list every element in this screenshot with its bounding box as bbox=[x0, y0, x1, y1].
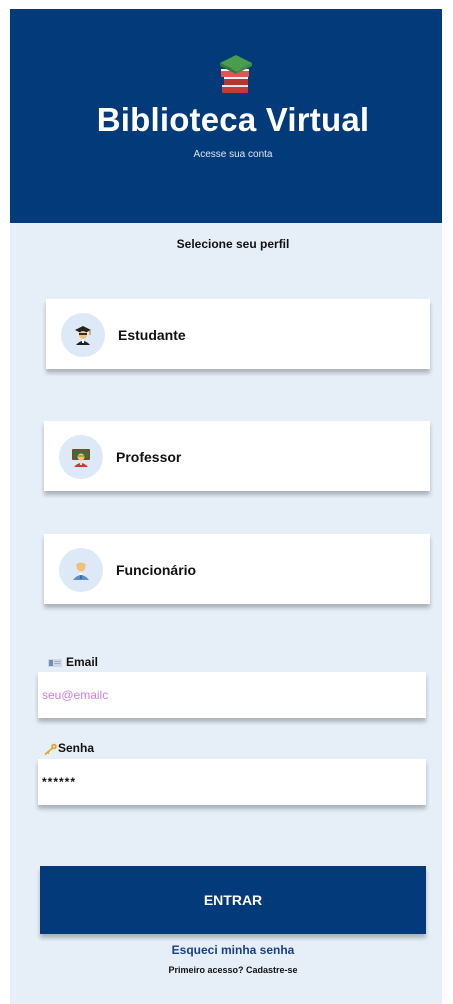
profile-section-title: Selecione seu perfil bbox=[176, 237, 290, 251]
key-icon bbox=[44, 743, 57, 755]
app-header: Biblioteca Virtual Acesse sua conta bbox=[10, 9, 442, 223]
profile-icon-container bbox=[59, 548, 103, 592]
email-field-container bbox=[38, 672, 426, 718]
email-label-text: Email bbox=[66, 655, 99, 669]
app-title: Biblioteca Virtual bbox=[96, 101, 370, 138]
teacher-icon bbox=[72, 449, 90, 467]
password-input[interactable] bbox=[38, 759, 426, 805]
profile-label: Funcionário bbox=[116, 562, 197, 578]
profile-card-estudante[interactable]: Estudante bbox=[46, 299, 430, 369]
email-label: Email bbox=[48, 655, 98, 669]
student-graduate-icon bbox=[75, 326, 91, 345]
profile-icon-container bbox=[59, 435, 103, 479]
forgot-password-link[interactable]: Esqueci minha senha bbox=[10, 943, 453, 957]
email-input[interactable] bbox=[38, 672, 426, 718]
login-button[interactable]: ENTRAR bbox=[40, 866, 426, 934]
profile-icon-container bbox=[61, 313, 105, 357]
profile-label: Professor bbox=[116, 449, 182, 465]
password-label-text: Senha bbox=[58, 741, 95, 755]
profile-card-funcionario[interactable]: Funcionário bbox=[44, 534, 430, 604]
employee-icon bbox=[73, 562, 89, 580]
app-subtitle: Acesse sua conta bbox=[193, 149, 273, 160]
password-field-container bbox=[38, 759, 426, 805]
signup-link[interactable]: Primeiro acesso? Cadastre-se bbox=[10, 965, 453, 975]
login-screen: Biblioteca Virtual Acesse sua conta Sele… bbox=[10, 9, 442, 1004]
password-label: Senha bbox=[44, 741, 94, 755]
email-icon bbox=[48, 658, 62, 667]
books-stack-icon bbox=[220, 55, 252, 93]
profile-card-professor[interactable]: Professor bbox=[44, 421, 430, 491]
profile-label: Estudante bbox=[118, 327, 186, 343]
